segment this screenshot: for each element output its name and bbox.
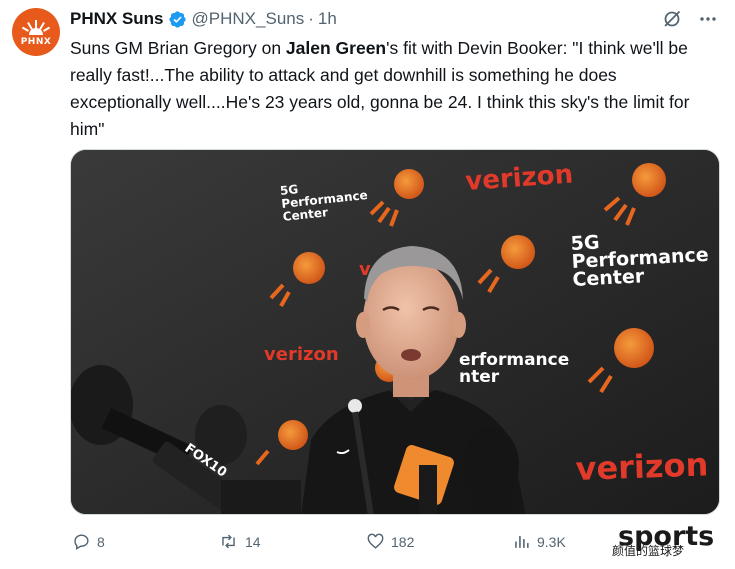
tweet-actions: 8 14 182 9.3K — [70, 528, 720, 558]
reply-button[interactable]: 8 — [72, 532, 105, 551]
tweet-header: PHNX Suns @PHNX_Suns · 1h — [70, 8, 719, 30]
svg-text:verizon: verizon — [264, 344, 339, 365]
analytics-icon — [515, 535, 529, 548]
display-name[interactable]: PHNX Suns — [70, 9, 164, 29]
more-options-icon[interactable] — [697, 8, 719, 30]
svg-text:nter: nter — [459, 367, 500, 387]
views-button[interactable]: 9.3K — [512, 532, 566, 551]
timestamp[interactable]: 1h — [318, 9, 337, 29]
svg-text:Center: Center — [572, 265, 645, 291]
like-count: 182 — [391, 533, 415, 550]
tweet-media-photo[interactable]: verizon verizon verizon ve 5G Performanc… — [70, 149, 720, 515]
handle[interactable]: @PHNX_Suns — [192, 9, 305, 29]
repost-button[interactable]: 14 — [218, 532, 261, 551]
repost-icon — [222, 534, 235, 549]
svg-text:verizon: verizon — [575, 445, 709, 488]
verified-badge-icon[interactable] — [168, 10, 187, 29]
heart-icon — [367, 533, 384, 549]
tweet-mention[interactable]: Jalen Green — [286, 38, 386, 58]
sun-logo-icon — [21, 19, 51, 35]
separator: · — [308, 9, 314, 28]
like-button[interactable]: 182 — [366, 532, 414, 551]
avatar-label: PHNX — [20, 36, 52, 47]
reply-icon — [74, 534, 89, 550]
views-count: 9.3K — [537, 533, 566, 550]
grok-icon[interactable] — [661, 8, 683, 30]
tweet-text-before: Suns GM Brian Gregory on — [70, 38, 286, 58]
reply-count: 8 — [97, 533, 105, 550]
press-conference-photo: verizon verizon verizon ve 5G Performanc… — [71, 150, 719, 514]
avatar[interactable]: PHNX — [12, 8, 60, 56]
repost-count: 14 — [245, 533, 261, 550]
tweet-text: Suns GM Brian Gregory on Jalen Green's f… — [70, 35, 720, 143]
